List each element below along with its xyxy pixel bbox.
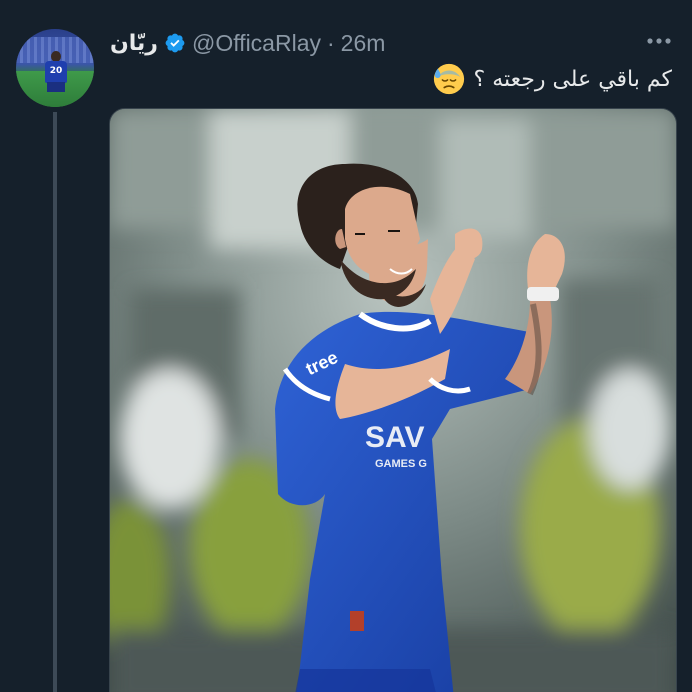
downcast-face-with-sweat-icon (433, 63, 464, 95)
author-handle[interactable]: @OfficaRlay (192, 30, 321, 57)
thread-line (53, 112, 57, 692)
tweet-text-row: كم باقي على رجعته ؟ (432, 60, 672, 98)
tweet-header: ريّان @OfficaRlay · 26m (110, 27, 385, 59)
avatar-player: 20 (44, 51, 68, 101)
jersey-badge (350, 611, 364, 631)
tweet-text: كم باقي على رجعته ؟ (473, 66, 672, 92)
tweet[interactable]: 20 ريّان @OfficaRlay · 26m كم باقي على ر… (0, 0, 692, 692)
jersey-sponsor-text: SAV (365, 421, 424, 454)
avatar[interactable]: 20 (16, 29, 94, 107)
timestamp[interactable]: 26m (341, 30, 386, 57)
avatar-player-shorts (47, 82, 65, 92)
avatar-jersey-number: 20 (45, 61, 67, 83)
display-name[interactable]: ريّان (110, 31, 158, 56)
more-horizontal-icon[interactable] (646, 36, 672, 46)
separator-dot: · (326, 29, 335, 56)
photo-canvas: SAV GAMES G tree (110, 109, 676, 692)
verified-badge-icon (165, 33, 185, 53)
jersey-sponsor-subtext: GAMES G (375, 458, 427, 470)
tweet-media-photo[interactable]: SAV GAMES G tree (109, 108, 677, 692)
